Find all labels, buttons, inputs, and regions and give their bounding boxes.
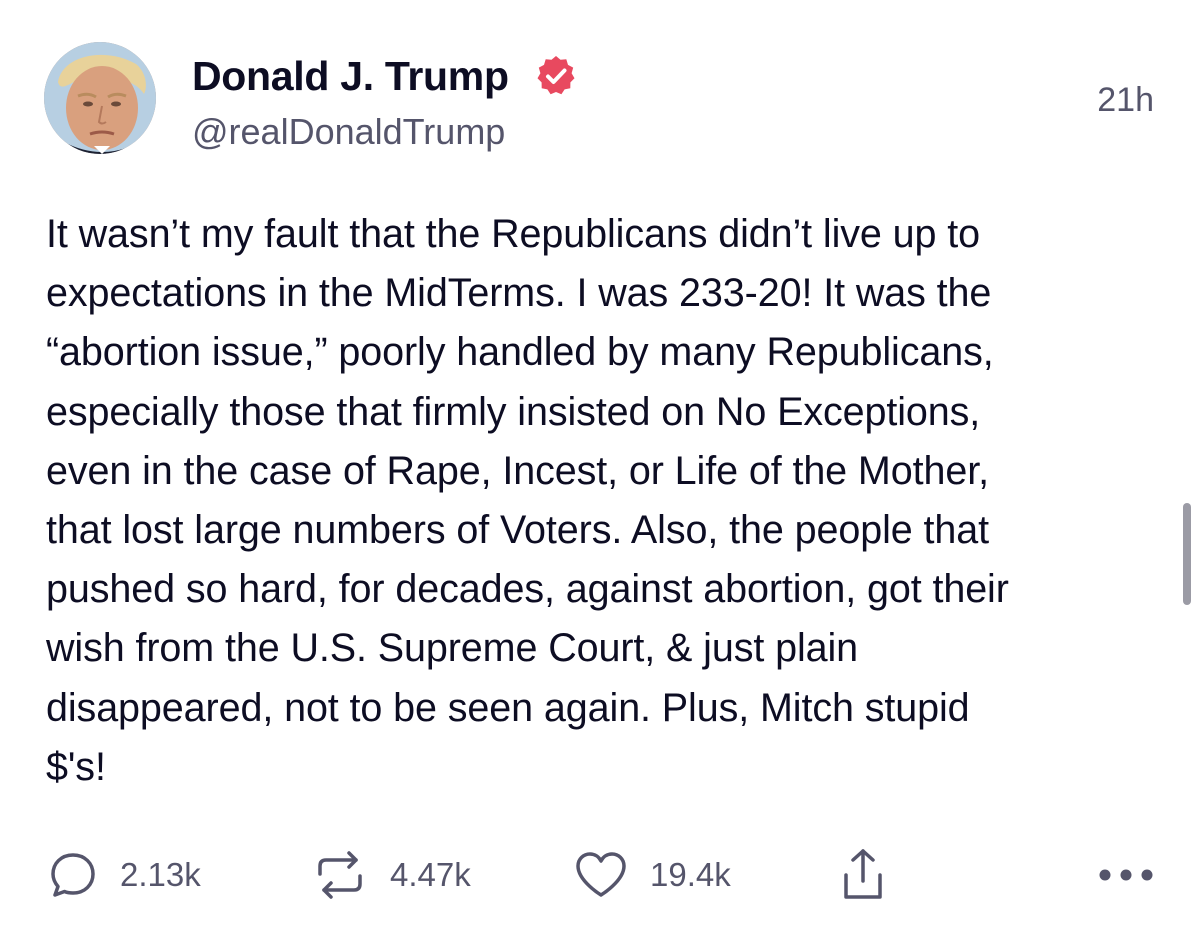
post-action-bar: 2.13k 4.47k 19.4k <box>0 840 1200 910</box>
post-body-text: It wasn’t my fault that the Republicans … <box>46 212 1009 789</box>
like-count: 19.4k <box>650 856 731 893</box>
repost-count: 4.47k <box>390 856 471 893</box>
more-dots-icon <box>1099 869 1153 881</box>
author-handle[interactable]: @realDonaldTrump <box>192 108 505 156</box>
reply-button[interactable]: 2.13k <box>48 840 201 910</box>
author-display-name[interactable]: Donald J. Trump <box>192 48 509 104</box>
reply-count: 2.13k <box>120 856 201 893</box>
verified-badge-icon <box>537 56 575 95</box>
repost-arrows-icon <box>318 851 362 899</box>
heart-icon <box>576 852 626 897</box>
avatar[interactable] <box>44 42 156 154</box>
more-options-button[interactable] <box>1096 840 1156 910</box>
profile-photo-icon <box>44 42 156 154</box>
post-timestamp[interactable]: 21h <box>1097 78 1154 122</box>
repost-button[interactable]: 4.47k <box>312 840 471 910</box>
share-button[interactable] <box>838 840 888 910</box>
like-button[interactable]: 19.4k <box>574 840 731 910</box>
scrollbar[interactable] <box>1183 503 1191 605</box>
reply-bubble-icon <box>51 853 95 897</box>
share-upload-icon <box>844 849 882 899</box>
